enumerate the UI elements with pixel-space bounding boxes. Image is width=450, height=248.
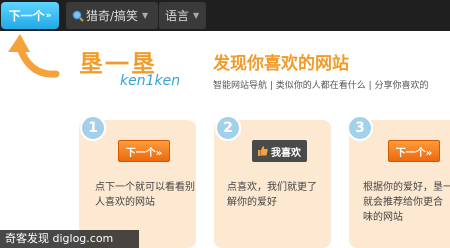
step3-description: 根据你的爱好，垦一 就会推荐给你更合 味的网站 <box>363 180 450 225</box>
logo-subtitle: ken1ken <box>120 73 181 89</box>
step-number-3: 3 <box>347 115 373 141</box>
language-dropdown[interactable]: 语言 ▼ <box>158 2 206 29</box>
top-toolbar: 下一个» 猎奇/搞笑 ▼ 语言 ▼ <box>0 0 450 31</box>
step3-line: 根据你的爱好，垦一 <box>363 182 450 193</box>
search-icon <box>72 10 84 22</box>
category-dropdown[interactable]: 猎奇/搞笑 ▼ <box>66 2 158 29</box>
feature-line: 智能网站导航 | 类似你的人都在看什么 | 分享你喜欢的 <box>213 81 429 91</box>
next-button[interactable]: 下一个» <box>1 2 59 29</box>
like-button[interactable]: 我喜欢 <box>252 140 307 162</box>
slogan: 发现你喜欢的网站 <box>213 54 349 74</box>
step1-next-button[interactable]: 下一个» <box>118 140 170 162</box>
chevron-down-icon: ▼ <box>193 11 200 20</box>
watermark: 奇客发现 diglog.com <box>0 230 139 248</box>
step-number-2: 2 <box>215 115 241 141</box>
step3-line: 味的网站 <box>363 212 403 223</box>
category-label: 猎奇/搞笑 <box>86 9 139 23</box>
next-button-label: 下一个 <box>8 9 45 23</box>
like-button-label: 我喜欢 <box>271 147 301 159</box>
step1-description: 点下一个就可以看看别人喜欢的网站 <box>95 182 195 208</box>
next-arrow-icon: » <box>45 10 52 21</box>
step2-description: 点喜欢，我们就更了解你的爱好 <box>227 182 317 208</box>
thumbs-up-icon <box>258 146 268 156</box>
chevron-down-icon: ▼ <box>142 11 149 20</box>
pointer-arrow-icon <box>8 34 60 78</box>
step3-line: 就会推荐给你更合 <box>363 197 443 208</box>
step3-next-button[interactable]: 下一个» <box>388 140 440 162</box>
step-number-1: 1 <box>80 115 106 141</box>
language-label: 语言 <box>165 9 190 23</box>
